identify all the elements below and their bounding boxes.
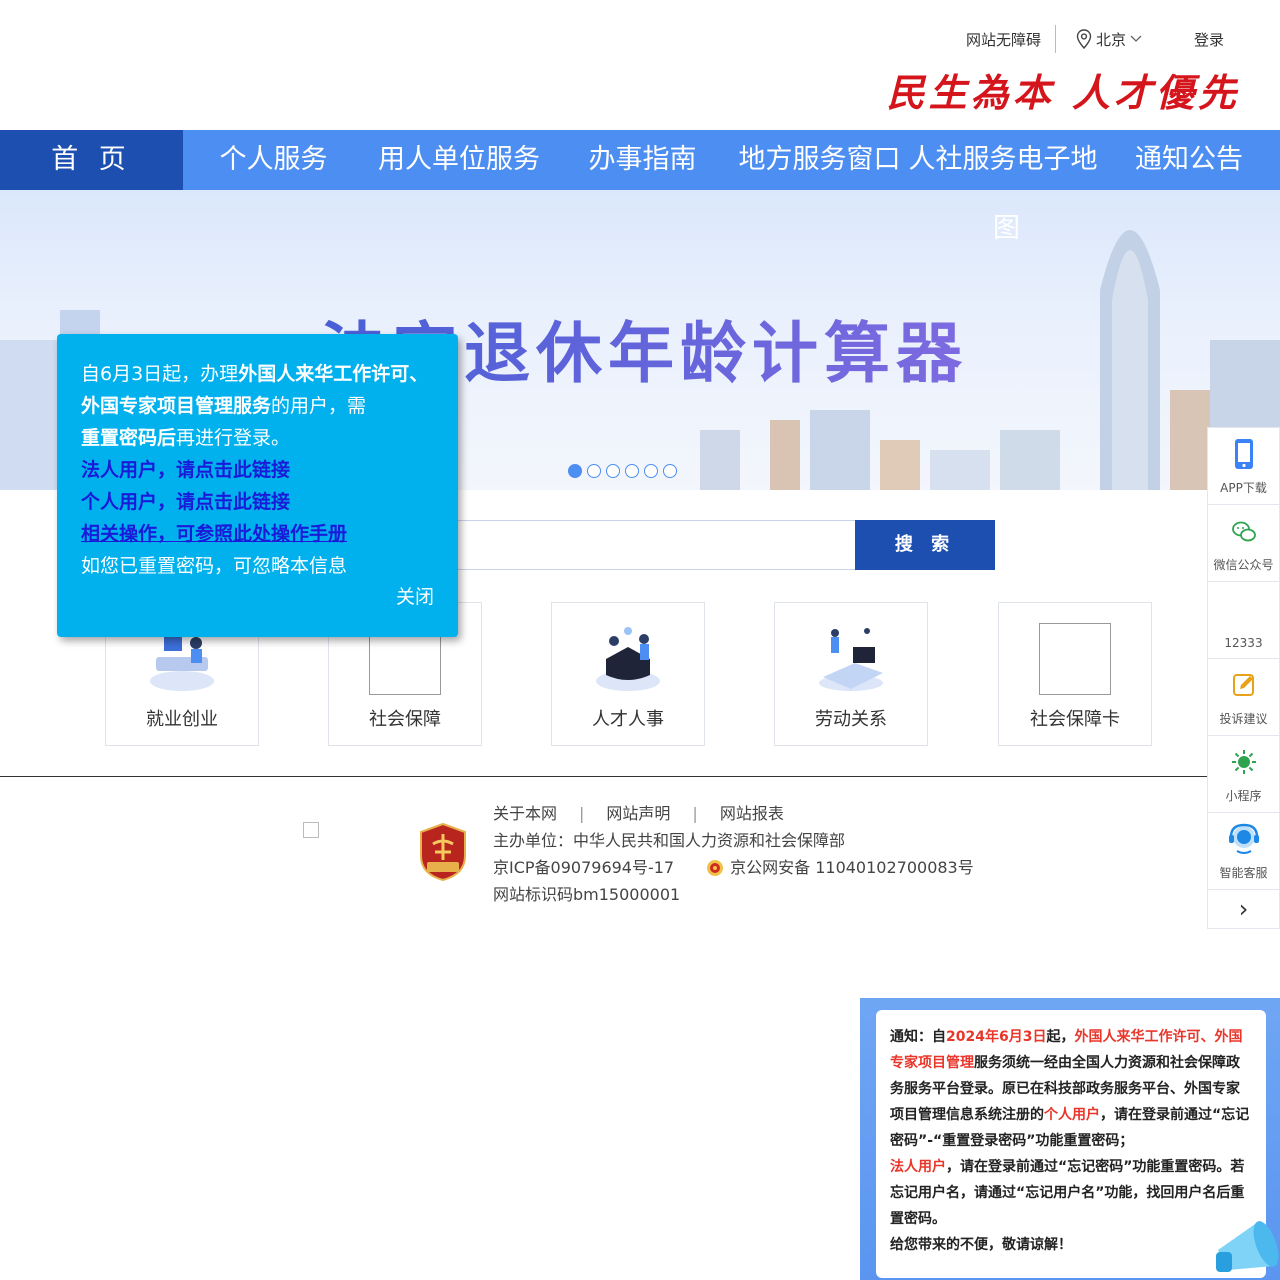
footer-sponsor: 主办单位：中华人民共和国人力资源和社会保障部	[493, 831, 846, 850]
footer-link-about[interactable]: 关于本网	[493, 800, 557, 827]
sidebar-item-app-download[interactable]: APP下载	[1208, 428, 1279, 505]
notice-highlight: 法人用户	[890, 1159, 946, 1175]
footer-links: 关于本网 | 网站声明 | 网站报表	[493, 800, 974, 827]
footer-info: 关于本网 | 网站声明 | 网站报表 主办单位：中华人民共和国人力资源和社会保障…	[493, 800, 974, 908]
tile-social-security-card[interactable]: 社会保障卡	[998, 602, 1152, 746]
wechat-icon	[1232, 521, 1256, 542]
tile-labor-relations[interactable]: 劳动关系	[774, 602, 928, 746]
popup-ignore-text: 如您已重置密码，可忽略本信息	[81, 555, 348, 577]
nav-item-service-map[interactable]: 人社服务电子地	[908, 130, 1098, 190]
chevron-down-icon	[1130, 35, 1142, 42]
customer-service-icon	[1229, 823, 1259, 854]
search-input[interactable]	[445, 520, 855, 570]
sidebar-item-wechat[interactable]: 微信公众号	[1208, 505, 1279, 582]
carousel-dot[interactable]	[568, 464, 582, 478]
megaphone-icon	[1216, 1221, 1279, 1272]
tile-label: 劳动关系	[815, 709, 887, 730]
popup-text: 自6月3日起，办理	[81, 363, 239, 385]
notice-panel: 通知：自2024年6月3日起，外国人来华工作许可、外国专家项目管理服务须统一经由…	[860, 998, 1280, 1280]
tile-label: 社会保障卡	[1030, 709, 1120, 730]
popup-text: 的用户，需	[271, 395, 367, 417]
phone-icon	[1235, 439, 1253, 469]
location-pin-icon	[1076, 29, 1092, 49]
nav-item-notices[interactable]: 通知公告	[1098, 130, 1280, 190]
divider: |	[579, 804, 585, 823]
sidebar-item-label: 投诉建议	[1219, 712, 1268, 726]
miniprogram-icon	[1232, 750, 1256, 774]
popup-bold-text: 重置密码后	[81, 427, 177, 449]
carousel-dot[interactable]	[606, 464, 620, 478]
popup-close-button[interactable]: 关闭	[396, 581, 434, 613]
location-label: 北京	[1095, 30, 1126, 49]
talent-illustration-icon	[596, 627, 660, 691]
nav-item-personal-services[interactable]: 个人服务	[183, 130, 364, 190]
footer-icp-row: 京ICP备09079694号-17 京公网安备 11040102700083号	[493, 854, 974, 881]
hotline-icon	[1231, 592, 1257, 624]
carousel-dot[interactable]	[625, 464, 639, 478]
password-reset-popup: 自6月3日起，办理外国人来华工作许可、外国专家项目管理服务的用户，需 重置密码后…	[57, 334, 458, 637]
carousel-dot[interactable]	[644, 464, 658, 478]
broken-image-icon	[303, 822, 319, 838]
sidebar-item-label: 智能客服	[1219, 866, 1268, 880]
main-nav: 首 页 个人服务 用人单位服务 办事指南 地方服务窗口 人社服务电子地 通知公告	[0, 130, 1280, 190]
sidebar-item-miniprogram[interactable]: 小程序	[1208, 736, 1279, 813]
tile-label: 人才人事	[592, 709, 664, 730]
divider	[1054, 25, 1056, 53]
party-government-badge-icon	[420, 822, 466, 882]
location-selector[interactable]: 北京	[1076, 29, 1142, 50]
carousel-dots	[568, 464, 677, 478]
broken-image-icon	[1039, 623, 1111, 695]
right-sidebar: APP下载 微信公众号 12333 投诉建议 小程序 智能客服 ›	[1207, 427, 1280, 929]
search-button[interactable]: 搜 索	[855, 520, 995, 570]
sidebar-item-hotline[interactable]: 12333	[1208, 582, 1279, 659]
carousel-dot[interactable]	[663, 464, 677, 478]
header: 网站无障碍 北京 登录 民生為本 人才優先	[0, 0, 1280, 130]
carousel-dot[interactable]	[587, 464, 601, 478]
footer-police[interactable]: 京公网安备 11040102700083号	[730, 854, 974, 881]
nav-item-employer-services[interactable]: 用人单位服务	[364, 130, 554, 190]
nav-item-guide[interactable]: 办事指南	[554, 130, 731, 190]
notice-text: 起，	[1046, 1029, 1075, 1045]
footer-icp[interactable]: 京ICP备09079694号-17	[493, 854, 674, 881]
popup-link-manual[interactable]: 相关操作，可参照此处操作手册	[81, 518, 434, 550]
edit-icon	[1233, 674, 1254, 696]
nav-item-home[interactable]: 首 页	[0, 130, 183, 190]
accessibility-link[interactable]: 网站无障碍	[966, 29, 1055, 50]
login-link[interactable]: 登录	[1194, 29, 1224, 50]
slogan-logo: 民生為本 人才優先	[886, 70, 1240, 115]
sidebar-item-label: APP下载	[1220, 481, 1267, 495]
sidebar-collapse-arrow-icon[interactable]: ›	[1208, 890, 1279, 928]
popup-link-personal-user[interactable]: 个人用户，请点击此链接	[81, 486, 434, 518]
nav-item-local-windows[interactable]: 地方服务窗口	[731, 130, 908, 190]
notice-highlight: 个人用户	[1044, 1107, 1100, 1123]
divider: |	[692, 804, 698, 823]
sidebar-item-label: 小程序	[1225, 789, 1262, 803]
tile-talent-personnel[interactable]: 人才人事	[551, 602, 705, 746]
footer-link-report[interactable]: 网站报表	[720, 800, 784, 827]
notice-highlight: 2024年6月3日	[946, 1029, 1047, 1045]
police-badge-icon	[707, 859, 724, 876]
tile-label: 社会保障	[369, 709, 441, 730]
sidebar-item-complaints[interactable]: 投诉建议	[1208, 659, 1279, 736]
footer-link-statement[interactable]: 网站声明	[606, 800, 670, 827]
notice-text: 通知：自	[890, 1029, 946, 1045]
top-links: 网站无障碍 北京 登录	[966, 24, 1224, 54]
popup-link-corporate-user[interactable]: 法人用户，请点击此链接	[81, 454, 434, 486]
labor-illustration-icon	[819, 628, 883, 691]
sidebar-item-label: 12333	[1224, 636, 1263, 650]
footer-site-code: 网站标识码bm15000001	[493, 885, 681, 904]
popup-text: 再进行登录。	[176, 427, 291, 449]
notice-text: 给您带来的不便，敬请谅解！	[890, 1237, 1072, 1253]
tile-label: 就业创业	[146, 709, 218, 730]
sidebar-item-label: 微信公众号	[1213, 558, 1274, 572]
footer-divider	[0, 776, 1280, 777]
sidebar-item-smart-service[interactable]: 智能客服	[1208, 813, 1279, 890]
popup-message: 自6月3日起，办理外国人来华工作许可、外国专家项目管理服务的用户，需 重置密码后…	[81, 358, 434, 454]
nav-item-overflow-text: 图	[993, 213, 1020, 244]
